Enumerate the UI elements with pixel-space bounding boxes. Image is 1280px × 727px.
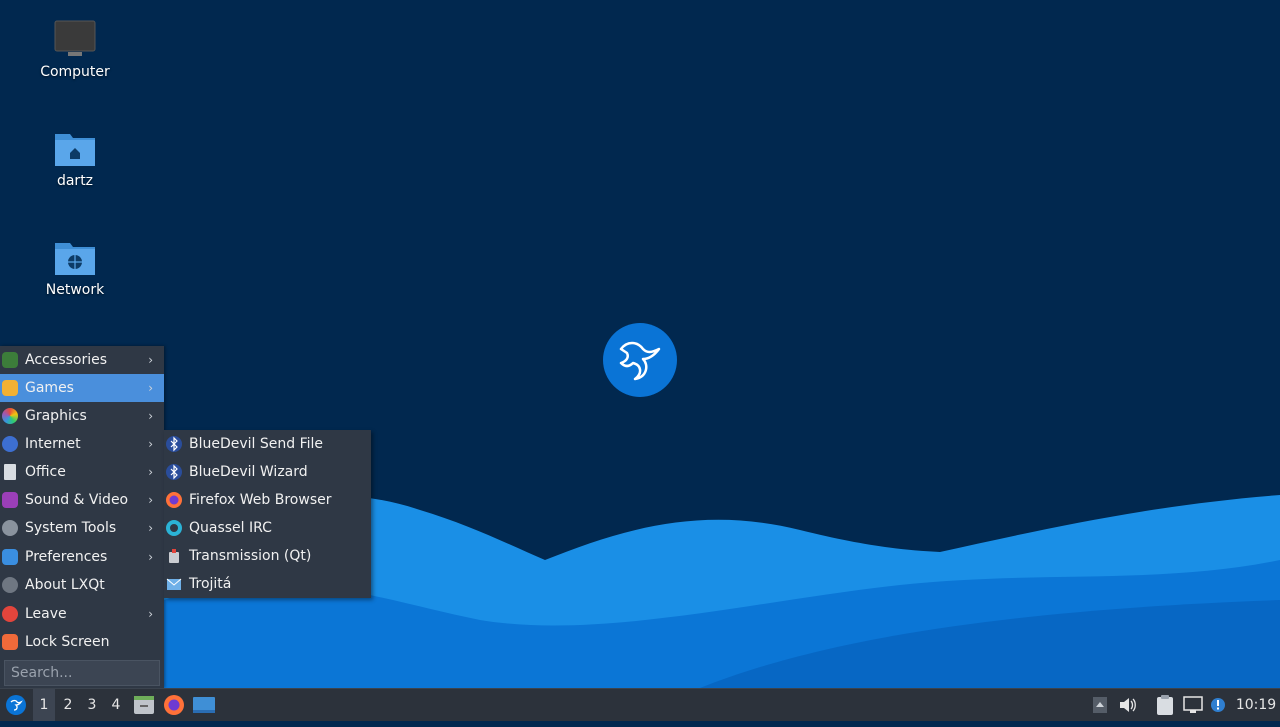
bluetooth-icon <box>166 436 182 452</box>
menu-item-system-tools[interactable]: System Tools › <box>0 514 164 542</box>
file-manager-icon <box>134 696 154 714</box>
clipboard-tray[interactable] <box>1154 689 1176 721</box>
desktop-icon-home[interactable]: dartz <box>30 129 120 189</box>
mail-icon <box>166 578 182 590</box>
submenu-item-trojita[interactable]: Trojitá <box>164 570 371 598</box>
menu-item-label: Lock Screen <box>25 634 110 650</box>
menu-item-lock-screen[interactable]: Lock Screen <box>0 628 164 656</box>
preferences-icon <box>2 549 18 565</box>
arrow-up-icon <box>1093 697 1107 713</box>
submenu-item-transmission[interactable]: Transmission (Qt) <box>164 542 371 570</box>
firefox-icon <box>166 492 182 508</box>
lubuntu-icon <box>6 695 26 715</box>
tray-expand-button[interactable] <box>1090 689 1110 721</box>
network-tray[interactable] <box>1181 689 1205 721</box>
speaker-icon <box>1120 698 1136 712</box>
desktop-switch-1[interactable]: 1 <box>33 689 55 721</box>
chevron-right-icon: › <box>148 437 153 451</box>
menu-item-preferences[interactable]: Preferences › <box>0 543 164 571</box>
desktop-icon-label: Network <box>45 282 105 298</box>
menu-item-label: Sound & Video <box>25 492 129 508</box>
desktop-icon <box>193 697 215 713</box>
submenu-item-quassel[interactable]: Quassel IRC <box>164 514 371 542</box>
computer-icon <box>54 20 96 56</box>
internet-submenu: BlueDevil Send File BlueDevil Wizard Fir… <box>164 430 371 598</box>
submenu-item-label: Firefox Web Browser <box>189 492 332 508</box>
chevron-right-icon: › <box>148 409 153 423</box>
submenu-item-bluedevil-send-file[interactable]: BlueDevil Send File <box>164 430 371 458</box>
desktop-icon-network[interactable]: Network <box>30 238 120 298</box>
menu-item-graphics[interactable]: Graphics › <box>0 402 164 430</box>
menu-item-label: System Tools <box>25 520 117 536</box>
desktop-switch-3[interactable]: 3 <box>81 689 103 721</box>
menu-item-label: About LXQt <box>25 577 105 593</box>
menu-item-label: Leave <box>25 606 67 622</box>
internet-icon <box>2 436 18 452</box>
desktop-icon-label: dartz <box>56 173 94 189</box>
submenu-item-label: Transmission (Qt) <box>189 548 312 564</box>
home-folder-icon <box>55 134 95 166</box>
lubuntu-logo <box>603 323 677 397</box>
menu-item-internet[interactable]: Internet › <box>0 430 164 458</box>
show-desktop-button[interactable] <box>192 689 216 721</box>
clipboard-icon <box>1157 695 1173 715</box>
notification-icon <box>1211 698 1225 712</box>
power-icon <box>2 606 18 622</box>
start-menu-button[interactable] <box>4 689 28 721</box>
menu-item-label: Graphics <box>25 408 87 424</box>
submenu-item-label: BlueDevil Send File <box>189 436 324 452</box>
chevron-right-icon: › <box>148 607 153 621</box>
network-icon <box>1183 696 1203 713</box>
submenu-item-label: Trojitá <box>189 576 232 592</box>
menu-item-label: Preferences <box>25 549 108 565</box>
chevron-right-icon: › <box>148 353 153 367</box>
menu-search-input[interactable]: Search... <box>4 660 160 686</box>
submenu-item-label: BlueDevil Wizard <box>189 464 308 480</box>
submenu-item-firefox[interactable]: Firefox Web Browser <box>164 486 371 514</box>
menu-item-about-lxqt[interactable]: About LXQt <box>0 571 164 599</box>
chevron-right-icon: › <box>148 550 153 564</box>
submenu-item-bluedevil-wizard[interactable]: BlueDevil Wizard <box>164 458 371 486</box>
taskbar: 1 2 3 4 10:19 <box>0 688 1280 721</box>
desktop-switch-2[interactable]: 2 <box>57 689 79 721</box>
menu-item-label: Games <box>25 380 74 396</box>
desktop-icon-computer[interactable]: Computer <box>30 20 120 80</box>
desktop-switch-4[interactable]: 4 <box>105 689 127 721</box>
transmission-icon <box>169 549 179 563</box>
accessories-icon <box>2 352 18 368</box>
network-folder-icon <box>55 243 95 275</box>
bluetooth-icon <box>166 464 182 480</box>
menu-item-office[interactable]: Office › <box>0 458 164 486</box>
menu-item-leave[interactable]: Leave › <box>0 600 164 628</box>
office-icon <box>4 464 16 480</box>
menu-item-sound-video[interactable]: Sound & Video › <box>0 486 164 514</box>
desktop-icon-label: Computer <box>40 64 110 80</box>
submenu-item-label: Quassel IRC <box>189 520 272 536</box>
file-manager-launcher[interactable] <box>132 689 156 721</box>
menu-item-label: Accessories <box>25 352 108 368</box>
menu-item-label: Internet <box>25 436 81 452</box>
quassel-icon <box>166 520 182 536</box>
chevron-right-icon: › <box>148 381 153 395</box>
games-icon <box>2 380 18 396</box>
graphics-icon <box>2 408 18 424</box>
chevron-right-icon: › <box>148 493 153 507</box>
info-icon <box>2 577 18 593</box>
chevron-right-icon: › <box>148 465 153 479</box>
update-notifier-tray[interactable] <box>1208 689 1228 721</box>
chevron-right-icon: › <box>148 521 153 535</box>
clock[interactable]: 10:19 <box>1234 689 1278 721</box>
firefox-icon <box>164 695 184 715</box>
sound-video-icon <box>2 492 18 508</box>
volume-control[interactable] <box>1117 689 1139 721</box>
menu-item-accessories[interactable]: Accessories › <box>0 346 164 374</box>
firefox-launcher[interactable] <box>162 689 186 721</box>
menu-item-label: Office <box>25 464 66 480</box>
system-tools-icon <box>2 520 18 536</box>
lock-icon <box>2 634 18 650</box>
menu-item-games[interactable]: Games › <box>0 374 164 402</box>
application-menu: Accessories › Games › Graphics › Interne… <box>0 346 164 688</box>
